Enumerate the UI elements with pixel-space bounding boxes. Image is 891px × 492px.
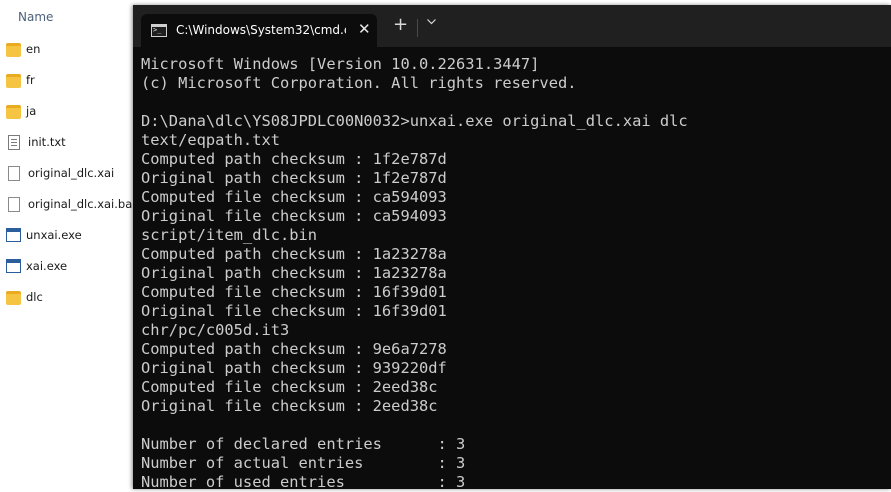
exe-icon	[6, 259, 21, 273]
file-row[interactable]: original_dlc.xai.bak	[6, 193, 139, 215]
console-line: text/eqpath.txt	[141, 131, 280, 149]
file-row[interactable]: init.txt	[6, 131, 66, 153]
file-icon	[8, 165, 20, 181]
console-output[interactable]: Microsoft Windows [Version 10.0.22631.34…	[141, 55, 688, 492]
file-icon	[8, 196, 20, 212]
console-line: chr/pc/c005d.it3	[141, 321, 290, 339]
new-tab-button[interactable]: +	[393, 15, 408, 35]
terminal-window[interactable]: C:\Windows\System32\cmd.e ✕ + Microsoft …	[133, 5, 891, 492]
file-name: dlc	[26, 290, 43, 304]
console-line: Computed path checksum : 1a23278a	[141, 245, 447, 263]
file-name: fr	[26, 73, 35, 87]
console-line: Original path checksum : 1f2e787d	[141, 169, 447, 187]
console-line: Computed file checksum : 2eed38c	[141, 378, 438, 396]
file-row[interactable]: ja	[6, 100, 36, 122]
file-name: ja	[26, 104, 37, 118]
cmd-icon	[151, 24, 167, 37]
folder-icon	[6, 291, 21, 305]
file-row[interactable]: original_dlc.xai	[6, 162, 114, 184]
console-line: Original path checksum : 939220df	[141, 359, 447, 377]
folder-icon	[6, 105, 21, 119]
tab-divider	[417, 19, 418, 37]
name-column-header[interactable]: Name	[18, 10, 53, 24]
console-line: Computed path checksum : 1f2e787d	[141, 150, 447, 168]
console-line: Original path checksum : 1a23278a	[141, 264, 447, 282]
file-row[interactable]: unxai.exe	[6, 224, 82, 246]
terminal-tab-bar: C:\Windows\System32\cmd.e ✕ +	[133, 5, 891, 47]
console-line: Original file checksum : ca594093	[141, 207, 447, 225]
console-line: D:\Dana\dlc\YS08JPDLC00N0032>unxai.exe o…	[141, 112, 688, 130]
console-line: Computed path checksum : 9e6a7278	[141, 340, 447, 358]
file-name: original_dlc.xai	[28, 166, 115, 180]
tab-title: C:\Windows\System32\cmd.e	[176, 23, 346, 37]
terminal-tab[interactable]: C:\Windows\System32\cmd.e ✕	[141, 14, 377, 47]
folder-icon	[6, 43, 21, 57]
console-line: script/item_dlc.bin	[141, 226, 318, 244]
console-line: Number of used entries : 3	[141, 473, 466, 491]
console-line: Original file checksum : 2eed38c	[141, 397, 438, 415]
file-name: init.txt	[28, 135, 66, 149]
file-name: original_dlc.xai.bak	[28, 197, 139, 211]
console-line: (c) Microsoft Corporation. All rights re…	[141, 74, 577, 92]
file-row[interactable]: dlc	[6, 286, 43, 308]
file-row[interactable]: en	[6, 38, 40, 60]
close-tab-icon[interactable]: ✕	[358, 20, 371, 38]
console-line: Number of declared entries : 3	[141, 435, 466, 453]
file-row[interactable]: xai.exe	[6, 255, 67, 277]
file-row[interactable]: fr	[6, 69, 35, 91]
folder-icon	[6, 74, 21, 88]
console-line: Computed file checksum : 16f39d01	[141, 283, 447, 301]
console-line: Number of actual entries : 3	[141, 454, 466, 472]
file-name: en	[26, 42, 41, 56]
file-name: xai.exe	[26, 259, 68, 273]
file-name: unxai.exe	[26, 228, 82, 242]
text-file-icon	[8, 134, 20, 150]
console-line: Original file checksum : 16f39d01	[141, 302, 447, 320]
chevron-down-icon[interactable]	[427, 19, 436, 27]
console-line: Microsoft Windows [Version 10.0.22631.34…	[141, 55, 540, 73]
console-line: Computed file checksum : ca594093	[141, 188, 447, 206]
exe-icon	[6, 228, 21, 242]
